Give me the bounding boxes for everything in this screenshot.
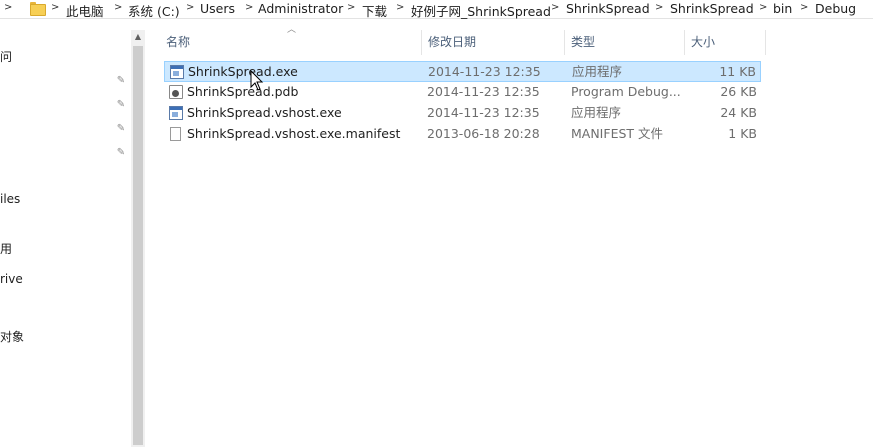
file-size: 11 KB: [719, 64, 756, 79]
file-size: 1 KB: [728, 126, 757, 141]
address-bar[interactable]: > > 此电脑 > 系统 (C:) > Users > Administrato…: [0, 0, 873, 19]
column-header-date[interactable]: 修改日期: [422, 30, 565, 54]
chevron-right-icon[interactable]: >: [114, 2, 122, 13]
scrollbar-thumb[interactable]: [133, 46, 143, 445]
exe-file-icon: [169, 106, 183, 120]
file-name[interactable]: ShrinkSpread.vshost.exe.manifest: [187, 124, 400, 145]
pin-icon[interactable]: ✎: [115, 75, 127, 87]
column-header-type[interactable]: 类型: [565, 30, 684, 54]
nav-item-fragment[interactable]: rive: [0, 272, 23, 286]
exe-file-icon: [170, 65, 184, 79]
breadcrumb-haolizi-shrinkspread[interactable]: 好例子网_ShrinkSpread: [411, 1, 551, 20]
file-row[interactable]: ShrinkSpread.vshost.exe.manifest 2013-06…: [164, 124, 761, 145]
breadcrumb-bin[interactable]: bin: [773, 1, 792, 16]
nav-item-fragment[interactable]: 对象: [0, 328, 24, 345]
file-date: 2014-11-23 12:35: [427, 105, 540, 120]
file-type: MANIFEST 文件: [571, 126, 664, 141]
file-type: 应用程序: [572, 64, 623, 79]
chevron-right-icon[interactable]: >: [4, 2, 12, 13]
mouse-cursor-icon: [250, 70, 264, 91]
chevron-right-icon[interactable]: >: [347, 2, 355, 13]
column-divider[interactable]: [765, 30, 766, 55]
file-row[interactable]: ShrinkSpread.vshost.exe 2014-11-23 12:35…: [164, 103, 761, 124]
file-name[interactable]: ShrinkSpread.exe: [188, 62, 298, 83]
chevron-right-icon[interactable]: >: [51, 2, 59, 13]
file-date: 2014-11-23 12:35: [427, 84, 540, 99]
breadcrumb-debug[interactable]: Debug: [815, 1, 856, 16]
breadcrumb-this-pc[interactable]: 此电脑: [66, 1, 104, 20]
column-header-label: 修改日期: [428, 35, 477, 49]
file-name[interactable]: ShrinkSpread.vshost.exe: [187, 103, 342, 124]
column-header-size[interactable]: 大小: [685, 30, 765, 54]
file-size: 24 KB: [720, 105, 757, 120]
navigation-pane: 问 ✎ ✎ ✎ ✎ iles 用 rive 对象: [0, 20, 131, 447]
chevron-right-icon[interactable]: >: [245, 2, 253, 13]
file-size: 26 KB: [720, 84, 757, 99]
file-type: 应用程序: [571, 105, 622, 120]
chevron-right-icon[interactable]: >: [655, 2, 663, 13]
column-header-label: 名称: [166, 35, 191, 49]
breadcrumb-system-c[interactable]: 系统 (C:): [128, 1, 180, 20]
chevron-right-icon[interactable]: >: [551, 2, 559, 13]
scroll-up-arrow-icon[interactable]: ▲: [131, 30, 145, 44]
chevron-right-icon[interactable]: >: [759, 2, 767, 13]
column-header-label: 大小: [691, 35, 716, 49]
pin-icon[interactable]: ✎: [115, 147, 127, 159]
nav-item-fragment[interactable]: iles: [0, 192, 20, 206]
pdb-file-icon: [169, 85, 183, 99]
breadcrumb-administrator[interactable]: Administrator: [258, 1, 343, 16]
breadcrumb-shrinkspread-2[interactable]: ShrinkSpread: [670, 1, 754, 16]
nav-item-fragment[interactable]: 问: [0, 48, 12, 65]
folder-icon: [30, 2, 46, 16]
breadcrumb-users[interactable]: Users: [200, 1, 235, 16]
breadcrumb-shrinkspread-1[interactable]: ShrinkSpread: [566, 1, 650, 16]
file-name[interactable]: ShrinkSpread.pdb: [187, 82, 298, 103]
nav-scrollbar[interactable]: ▲: [131, 30, 145, 447]
pin-icon[interactable]: ✎: [115, 123, 127, 135]
file-date: 2013-06-18 20:28: [427, 126, 540, 141]
manifest-file-icon: [170, 127, 181, 141]
breadcrumb-downloads[interactable]: 下载: [362, 1, 387, 20]
column-header-name[interactable]: 名称: [160, 30, 422, 54]
pin-icon[interactable]: ✎: [115, 99, 127, 111]
file-type: Program Debug...: [571, 84, 681, 99]
nav-item-fragment[interactable]: 用: [0, 240, 12, 257]
chevron-right-icon[interactable]: >: [800, 2, 808, 13]
column-header-label: 类型: [571, 35, 596, 49]
chevron-right-icon[interactable]: >: [396, 2, 404, 13]
chevron-right-icon[interactable]: >: [186, 2, 194, 13]
file-date: 2014-11-23 12:35: [428, 64, 541, 79]
